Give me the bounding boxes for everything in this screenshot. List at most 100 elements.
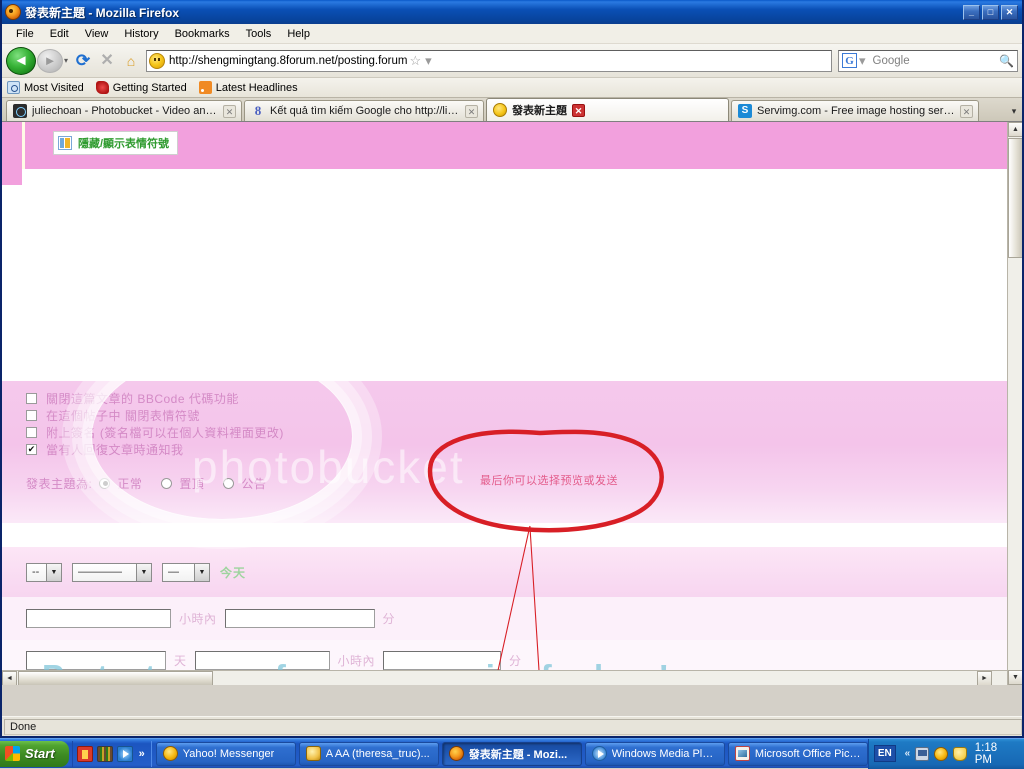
menu-item-view[interactable]: View: [77, 26, 117, 42]
tab-label: Servimg.com - Free image hosting serv...: [757, 105, 955, 117]
start-label: Start: [25, 746, 55, 761]
taskbar-item-windows-media-player[interactable]: Windows Media Player: [585, 742, 725, 766]
toggle-emoticons-button[interactable]: 隱藏/顯示表情符號: [53, 131, 178, 155]
checkbox-notify-on-reply[interactable]: ✔: [26, 444, 37, 455]
quicklaunch-icon-1[interactable]: [77, 746, 93, 762]
taskbar-item-label: Microsoft Office Pict...: [755, 748, 861, 760]
checkbox-disable-bbcode[interactable]: [26, 393, 37, 404]
address-bar[interactable]: http://shengmingtang.8forum.net/posting.…: [146, 50, 832, 72]
minutes-input-2[interactable]: [383, 651, 501, 670]
quicklaunch-expand-icon[interactable]: »: [137, 748, 147, 760]
tray-expand-icon[interactable]: «: [905, 748, 911, 759]
search-icon[interactable]: 🔍: [999, 54, 1014, 68]
minimize-button[interactable]: _: [963, 5, 980, 20]
address-dropdown-icon[interactable]: ▾: [423, 53, 434, 69]
url-text: http://shengmingtang.8forum.net/posting.…: [169, 55, 407, 67]
select-month[interactable]: ———— ▼: [72, 563, 152, 582]
quicklaunch-icon-2[interactable]: [97, 746, 113, 762]
nav-history-dropdown-icon[interactable]: ▾: [64, 56, 68, 65]
language-indicator[interactable]: EN: [874, 745, 896, 762]
scroll-right-icon[interactable]: ►: [977, 671, 992, 685]
tab-photobucket[interactable]: juliechoan - Photobucket - Video and I..…: [6, 100, 242, 121]
menu-item-file[interactable]: File: [8, 26, 42, 42]
horizontal-scrollbar[interactable]: ◄ ►: [2, 670, 1007, 685]
radio-sticky[interactable]: [161, 478, 172, 489]
quicklaunch-icon-3[interactable]: [117, 746, 133, 762]
hours-input-2[interactable]: [195, 651, 330, 670]
tab-close-icon[interactable]: ✕: [465, 105, 478, 118]
page-white-band: [2, 185, 1007, 381]
search-bar[interactable]: G ▾ Google 🔍: [838, 50, 1018, 72]
tab-close-icon[interactable]: ✕: [572, 104, 585, 117]
today-label[interactable]: 今天: [220, 564, 246, 581]
radio-label-normal: 正常: [117, 475, 142, 492]
home-icon[interactable]: ⌂: [119, 54, 143, 68]
reload-icon[interactable]: ⟳: [71, 52, 95, 69]
close-button[interactable]: ✕: [1001, 5, 1018, 20]
option-disable-bbcode[interactable]: 關閉這篇文章的 BBCode 代碼功能: [2, 390, 1007, 407]
tab-bar: juliechoan - Photobucket - Video and I..…: [2, 98, 1022, 122]
forward-button[interactable]: ►: [37, 49, 63, 73]
taskbar-item-yahoo-messenger[interactable]: Yahoo! Messenger: [156, 742, 296, 766]
duration-row-1: 小時內 分: [2, 597, 1007, 640]
maximize-button[interactable]: □: [982, 5, 999, 20]
page-white-band-2: [2, 523, 1007, 547]
menu-item-tools[interactable]: Tools: [238, 26, 280, 42]
page-white-gap: [22, 169, 1007, 185]
checkbox-attach-signature[interactable]: [26, 427, 37, 438]
checkbox-disable-smilies[interactable]: [26, 410, 37, 421]
clock[interactable]: 1:18 PM: [975, 742, 1017, 766]
hours-input-1[interactable]: [26, 609, 171, 628]
vertical-scroll-thumb[interactable]: [1008, 138, 1022, 258]
radio-normal[interactable]: [99, 478, 110, 489]
bookmark-latest-headlines[interactable]: Latest Headlines: [199, 81, 298, 94]
horizontal-scroll-thumb[interactable]: [18, 671, 213, 685]
smiley-icon: [493, 103, 507, 117]
tab-google-search[interactable]: 8 Kết quả tìm kiếm Google cho http://lib…: [244, 100, 484, 121]
vertical-scrollbar[interactable]: ▲ ▼: [1007, 122, 1022, 685]
bookmarks-toolbar: Most Visited Getting Started Latest Head…: [2, 78, 1022, 98]
search-engine-dropdown-icon[interactable]: ▾: [857, 53, 868, 69]
select-year[interactable]: — ▼: [162, 563, 210, 582]
taskbar-item-label: Windows Media Player: [612, 748, 718, 760]
radio-announcement[interactable]: [223, 478, 234, 489]
google-engine-icon[interactable]: G: [842, 53, 857, 68]
back-button[interactable]: ◄: [6, 47, 36, 75]
menu-item-help[interactable]: Help: [279, 26, 318, 42]
option-disable-smilies[interactable]: 在這個帖子中 關閉表情符號: [2, 407, 1007, 424]
menu-item-bookmarks[interactable]: Bookmarks: [167, 26, 238, 42]
taskbar-item-a-aa[interactable]: A AA (theresa_truc)...: [299, 742, 439, 766]
chevron-down-icon[interactable]: ▼: [46, 564, 61, 581]
security-shield-icon[interactable]: [953, 747, 967, 761]
network-icon[interactable]: [915, 747, 929, 761]
yahoo-tray-icon[interactable]: [934, 747, 948, 761]
tab-servimg[interactable]: S Servimg.com - Free image hosting serv.…: [731, 100, 979, 121]
bookmark-label: Most Visited: [24, 82, 84, 94]
taskbar-item-firefox[interactable]: 發表新主題 - Mozi...: [442, 742, 582, 766]
menu-item-edit[interactable]: Edit: [42, 26, 77, 42]
scroll-up-icon[interactable]: ▲: [1008, 122, 1022, 137]
start-button[interactable]: Start: [0, 741, 69, 767]
option-attach-signature[interactable]: 附上簽名 (簽名檔可以在個人資料裡面更改): [2, 424, 1007, 441]
chevron-down-icon[interactable]: ▼: [136, 564, 151, 581]
bookmark-most-visited[interactable]: Most Visited: [7, 81, 84, 94]
servimg-icon: S: [738, 104, 752, 118]
scroll-down-icon[interactable]: ▼: [1008, 670, 1022, 685]
bookmark-getting-started[interactable]: Getting Started: [96, 81, 187, 94]
days-input-2[interactable]: [26, 651, 166, 670]
tab-new-topic[interactable]: 發表新主題 ✕: [486, 98, 729, 121]
tab-close-icon[interactable]: ✕: [960, 105, 973, 118]
option-notify-on-reply[interactable]: ✔ 當有人回復文章時通知我: [2, 441, 1007, 458]
menu-item-history[interactable]: History: [116, 26, 166, 42]
scroll-left-icon[interactable]: ◄: [2, 671, 17, 685]
taskbar-item-office-picture-manager[interactable]: Microsoft Office Pict...: [728, 742, 868, 766]
chevron-down-icon[interactable]: ▼: [194, 564, 209, 581]
stop-icon[interactable]: ✕: [95, 53, 119, 69]
search-input[interactable]: Google: [868, 55, 1000, 67]
minutes-input-1[interactable]: [225, 609, 375, 628]
select-day[interactable]: -- ▼: [26, 563, 62, 582]
tab-list-dropdown-icon[interactable]: ▾: [1006, 106, 1022, 121]
menu-bar: File Edit View History Bookmarks Tools H…: [2, 24, 1022, 44]
bookmark-star-icon[interactable]: ☆: [407, 53, 423, 69]
tab-close-icon[interactable]: ✕: [223, 105, 236, 118]
